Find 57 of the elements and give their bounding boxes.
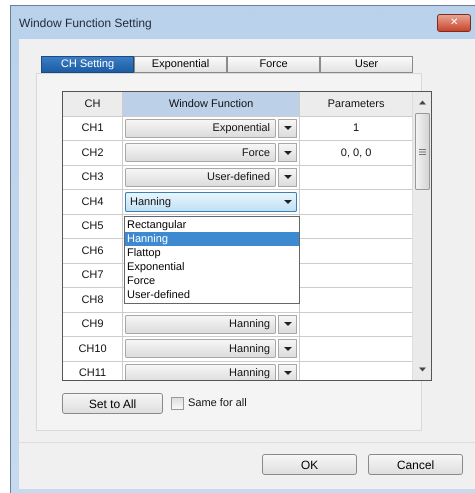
- dropdown-arrow-icon: [284, 126, 292, 130]
- column-header: Parameters: [326, 96, 386, 112]
- table-cell: CH4: [63, 190, 123, 214]
- dropdown-arrow-icon: [284, 150, 292, 155]
- table-cell-text: 0, 0, 0: [340, 146, 372, 160]
- table-cell: CH9: [63, 312, 123, 336]
- set-to-all-button[interactable]: Set to All: [62, 393, 163, 414]
- dropdown-option[interactable]: Flattop: [125, 246, 299, 260]
- table-cell-text: 1: [352, 121, 360, 136]
- window-title: Window Function Setting: [19, 14, 152, 32]
- dropdown-button[interactable]: [278, 339, 297, 358]
- checkbox[interactable]: [171, 397, 184, 410]
- dropdown-arrow-icon: [284, 346, 292, 351]
- table-cell: CH7: [63, 264, 123, 287]
- combo-field[interactable]: Hanning: [125, 339, 276, 358]
- dropdown-arrow-icon: [284, 371, 292, 376]
- dropdown-button[interactable]: [278, 364, 297, 380]
- combo-value: Hanning: [130, 194, 171, 210]
- grip-icon: [418, 148, 426, 154]
- column-header: Window Function: [123, 92, 300, 116]
- dropdown-option[interactable]: Force: [125, 274, 299, 288]
- table-cell: CH1: [63, 116, 123, 140]
- table-cell: CH11: [63, 362, 123, 380]
- scroll-up-icon[interactable]: [418, 100, 426, 105]
- checkbox-label: Same for all: [188, 396, 247, 412]
- combo-field[interactable]: Hanning: [125, 192, 297, 212]
- table-cell: CH5: [63, 214, 123, 238]
- table-cell: CH3: [63, 166, 123, 189]
- tab[interactable]: Exponential: [134, 56, 227, 73]
- cancel-button[interactable]: Cancel: [368, 454, 463, 475]
- tab[interactable]: Force: [227, 56, 320, 73]
- scroll-thumb[interactable]: [414, 113, 430, 190]
- ok-button[interactable]: OK: [262, 454, 357, 475]
- table-cell: CH8: [63, 288, 123, 312]
- dropdown-arrow-icon: [284, 322, 292, 326]
- table-cell: CH2: [63, 141, 123, 164]
- tab[interactable]: User: [320, 56, 413, 73]
- dropdown-button[interactable]: [278, 168, 297, 187]
- table-cell: CH6: [63, 239, 123, 262]
- dropdown-arrow-icon: [284, 175, 292, 180]
- dropdown-option[interactable]: Rectangular: [125, 218, 299, 232]
- combo-field[interactable]: Exponential: [125, 118, 276, 138]
- tab[interactable]: CH Setting: [41, 56, 134, 73]
- table-cell: CH10: [63, 337, 123, 360]
- combo-field[interactable]: Hanning: [125, 314, 276, 334]
- combo-field[interactable]: User-defined: [125, 168, 276, 187]
- dropdown-option[interactable]: User-defined: [125, 288, 299, 302]
- scrollbar[interactable]: [412, 92, 431, 380]
- dropdown-button[interactable]: [278, 314, 297, 334]
- dropdown-button[interactable]: [278, 118, 297, 138]
- dropdown-button[interactable]: [278, 143, 297, 162]
- combo-field[interactable]: Hanning: [125, 364, 276, 380]
- scroll-down-icon[interactable]: [418, 367, 426, 372]
- dropdown-arrow-icon: [284, 200, 292, 204]
- combo-field[interactable]: Force: [125, 143, 276, 162]
- dropdown-option[interactable]: Exponential: [125, 260, 299, 274]
- dropdown-option[interactable]: Hanning: [125, 232, 299, 246]
